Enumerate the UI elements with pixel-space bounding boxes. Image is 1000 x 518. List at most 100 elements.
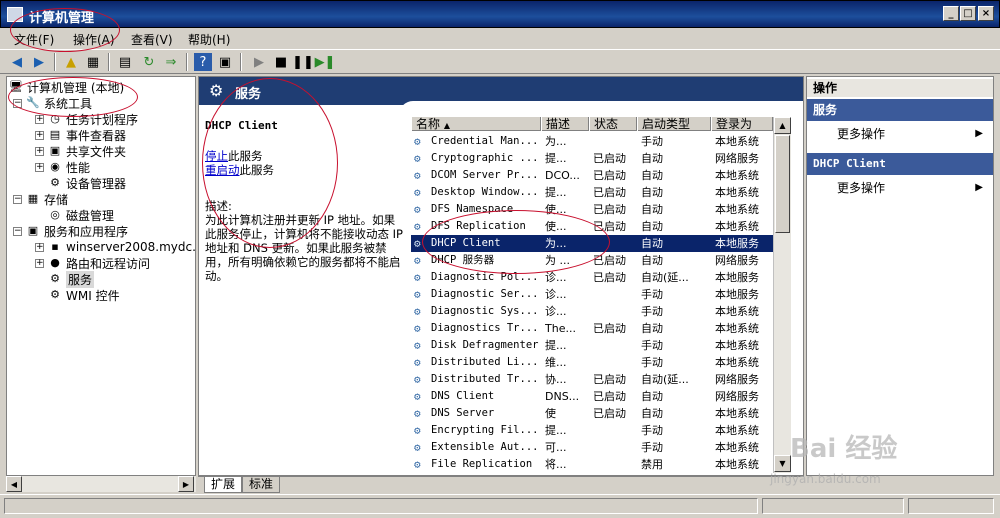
expand-icon[interactable]: + <box>35 162 44 172</box>
tree-item[interactable]: − ▣ 服务和应用程序 <box>13 223 128 239</box>
expand-icon[interactable]: + <box>35 258 44 268</box>
back-icon[interactable]: ◀ <box>8 53 26 71</box>
minimize-button[interactable]: _ <box>943 6 959 21</box>
tree-item[interactable]: + ● 路由和远程访问 <box>35 255 150 271</box>
expand-icon[interactable]: + <box>35 114 44 124</box>
table-row[interactable]: ⚙ Disk Defragmenter 提... 手动 本地系统 <box>411 337 773 354</box>
menu-help[interactable]: 帮助(H) <box>188 31 230 48</box>
tree-item[interactable]: − ▦ 存储 <box>13 191 68 207</box>
table-row[interactable]: ⚙ DHCP 服务器 为 ... 已启动 自动 网络服务 <box>411 252 773 269</box>
expand-icon[interactable]: + <box>35 130 44 140</box>
cell-startup: 手动 <box>641 339 663 352</box>
start-icon[interactable]: ▶ <box>250 53 268 71</box>
table-row[interactable]: ⚙ Diagnostic Pol... 诊... 已启动 自动(延... 本地服务 <box>411 269 773 286</box>
table-row[interactable]: ⚙ DFS Namespace 使... 已启动 自动 本地系统 <box>411 201 773 218</box>
tree-item[interactable]: + ▤ 事件查看器 <box>35 127 126 143</box>
restart-icon[interactable]: ▶❚ <box>315 53 336 71</box>
tree-item[interactable]: ⚙ 设备管理器 <box>35 175 126 191</box>
table-row[interactable]: ⚙ Credential Man... 为... 手动 本地系统 <box>411 133 773 150</box>
collapse-icon[interactable]: − <box>13 194 22 204</box>
more-actions-dhcp-client[interactable]: 更多操作 ▶ <box>837 179 987 197</box>
expand-icon[interactable]: + <box>35 242 44 252</box>
vertical-scrollbar[interactable]: ▲ ▼ <box>773 117 791 473</box>
menu-view[interactable]: 查看(V) <box>131 31 173 48</box>
cell-startup: 自动 <box>641 203 663 216</box>
service-gear-icon: ⚙ <box>414 390 421 403</box>
title-bar[interactable]: 计算机管理 _ □ × <box>0 0 1000 28</box>
collapse-icon[interactable]: − <box>13 226 22 236</box>
tab-standard[interactable]: 标准 <box>242 477 281 493</box>
service-details: DHCP Client 停止此服务 重启动此服务 描述: 为此计算机注册并更新 … <box>205 119 405 283</box>
tree-item[interactable]: − 🔧 系统工具 <box>13 95 92 111</box>
tree-item[interactable]: ⚙ WMI 控件 <box>35 287 120 303</box>
scroll-right-icon[interactable]: ▶ <box>178 476 194 492</box>
console-icon[interactable]: ▣ <box>216 53 234 71</box>
table-row[interactable]: ⚙ Distributed Li... 维... 手动 本地系统 <box>411 354 773 371</box>
scroll-down-icon[interactable]: ▼ <box>774 455 791 472</box>
column-status[interactable]: 状态 <box>589 117 637 131</box>
show-tree-icon[interactable]: ▦ <box>84 53 102 71</box>
menu-action[interactable]: 操作(A) <box>73 31 115 48</box>
column-logon-as[interactable]: 登录为 <box>711 117 773 131</box>
collapse-icon[interactable]: − <box>13 98 22 108</box>
cell-desc: DCO... <box>545 169 580 182</box>
table-row[interactable]: ⚙ Diagnostic Sys... 诊... 手动 本地系统 <box>411 303 773 320</box>
menu-file[interactable]: 文件(F) <box>14 31 54 48</box>
forward-icon[interactable]: ▶ <box>30 53 48 71</box>
actions-section-dhcp-client[interactable]: DHCP Client <box>807 153 993 175</box>
tree-horizontal-scrollbar[interactable]: ◀ ▶ <box>6 476 196 492</box>
stop-service-link[interactable]: 停止 <box>205 149 228 163</box>
cell-logon: 本地系统 <box>715 186 759 199</box>
table-row[interactable]: ⚙ File Replication 将... 禁用 本地系统 <box>411 456 773 473</box>
table-row[interactable]: ⚙ Diagnostics Tr... The... 已启动 自动 本地系统 <box>411 320 773 337</box>
tree-item[interactable]: + ▪ winserver2008.mydc.com <box>35 239 195 255</box>
tree-item[interactable]: + ▣ 共享文件夹 <box>35 143 126 159</box>
tree-item[interactable]: 🖥 计算机管理 (本地) <box>9 79 124 95</box>
export-icon[interactable]: ⇒ <box>162 53 180 71</box>
table-row[interactable]: ⚙ Desktop Window... 提... 已启动 自动 本地系统 <box>411 184 773 201</box>
table-row[interactable]: ⚙ Encrypting Fil... 提... 手动 本地系统 <box>411 422 773 439</box>
service-gear-icon: ⚙ <box>414 407 421 420</box>
tree-item[interactable]: + ◉ 性能 <box>35 159 90 175</box>
column-startup-type[interactable]: 启动类型 <box>637 117 711 131</box>
navigation-tree[interactable]: 🖥 计算机管理 (本地) − 🔧 系统工具 + ◷ 任务计划程序 + ▤ 事件查看器 + ▣ 共享文件夹 +… <box>6 76 196 476</box>
column-name[interactable]: 名称 ▲ <box>411 117 541 131</box>
tree-item[interactable]: ◎ 磁盘管理 <box>35 207 114 223</box>
table-row[interactable]: ⚙ Diagnostic Ser... 诊... 手动 本地服务 <box>411 286 773 303</box>
table-row[interactable]: ⚙ DCOM Server Pr... DCO... 已启动 自动 本地系统 <box>411 167 773 184</box>
cell-name: ⚙ DFS Namespace <box>414 203 514 216</box>
stop-icon[interactable]: ■ <box>272 53 290 71</box>
scroll-up-icon[interactable]: ▲ <box>774 117 791 134</box>
pause-icon[interactable]: ❚❚ <box>292 53 314 71</box>
tree-item[interactable]: ⚙ 服务 <box>35 270 95 288</box>
tree-item-label: 磁盘管理 <box>66 208 115 223</box>
more-actions-services[interactable]: 更多操作 ▶ <box>837 125 987 143</box>
cell-desc: 可... <box>545 441 567 454</box>
refresh-icon[interactable]: ↻ <box>140 53 158 71</box>
table-row[interactable]: ⚙ DNS Server 使 已启动 自动 本地系统 <box>411 405 773 422</box>
close-button[interactable]: × <box>978 6 994 21</box>
tree-item[interactable]: + ◷ 任务计划程序 <box>35 111 138 127</box>
scrollbar-thumb[interactable] <box>775 135 790 233</box>
table-row[interactable]: ⚙ Cryptographic ... 提... 已启动 自动 网络服务 <box>411 150 773 167</box>
maximize-button[interactable]: □ <box>960 6 976 21</box>
services-title: 服务 <box>235 87 262 102</box>
actions-section-services[interactable]: 服务 <box>807 99 993 121</box>
cell-startup: 自动 <box>641 169 663 182</box>
restart-service-link[interactable]: 重启动 <box>205 163 240 177</box>
up-folder-icon[interactable]: ▲ <box>62 53 80 71</box>
expand-icon[interactable]: + <box>35 146 44 156</box>
services-list[interactable]: 名称 ▲ 描述 状态 启动类型 登录为 ⚙ Credential Man... 为.… <box>411 117 801 473</box>
table-row[interactable]: ⚙ DNS Client DNS... 已启动 自动 网络服务 <box>411 388 773 405</box>
help-icon[interactable]: ? <box>194 53 212 71</box>
column-description[interactable]: 描述 <box>541 117 589 131</box>
properties-icon[interactable]: ▤ <box>116 53 134 71</box>
tree-item-label: 性能 <box>66 160 91 175</box>
table-row[interactable]: ⚙ Extensible Aut... 可... 手动 本地系统 <box>411 439 773 456</box>
tab-extended[interactable]: 扩展 <box>204 477 243 493</box>
cell-status: 已启动 <box>593 407 626 420</box>
table-row[interactable]: ⚙ DFS Replication 使... 已启动 自动 本地系统 <box>411 218 773 235</box>
table-row[interactable]: ⚙ Distributed Tr... 协... 已启动 自动(延... 网络服务 <box>411 371 773 388</box>
scroll-left-icon[interactable]: ◀ <box>6 476 22 492</box>
table-row[interactable]: ⚙ DHCP Client 为... 自动 本地服务 <box>411 235 773 252</box>
